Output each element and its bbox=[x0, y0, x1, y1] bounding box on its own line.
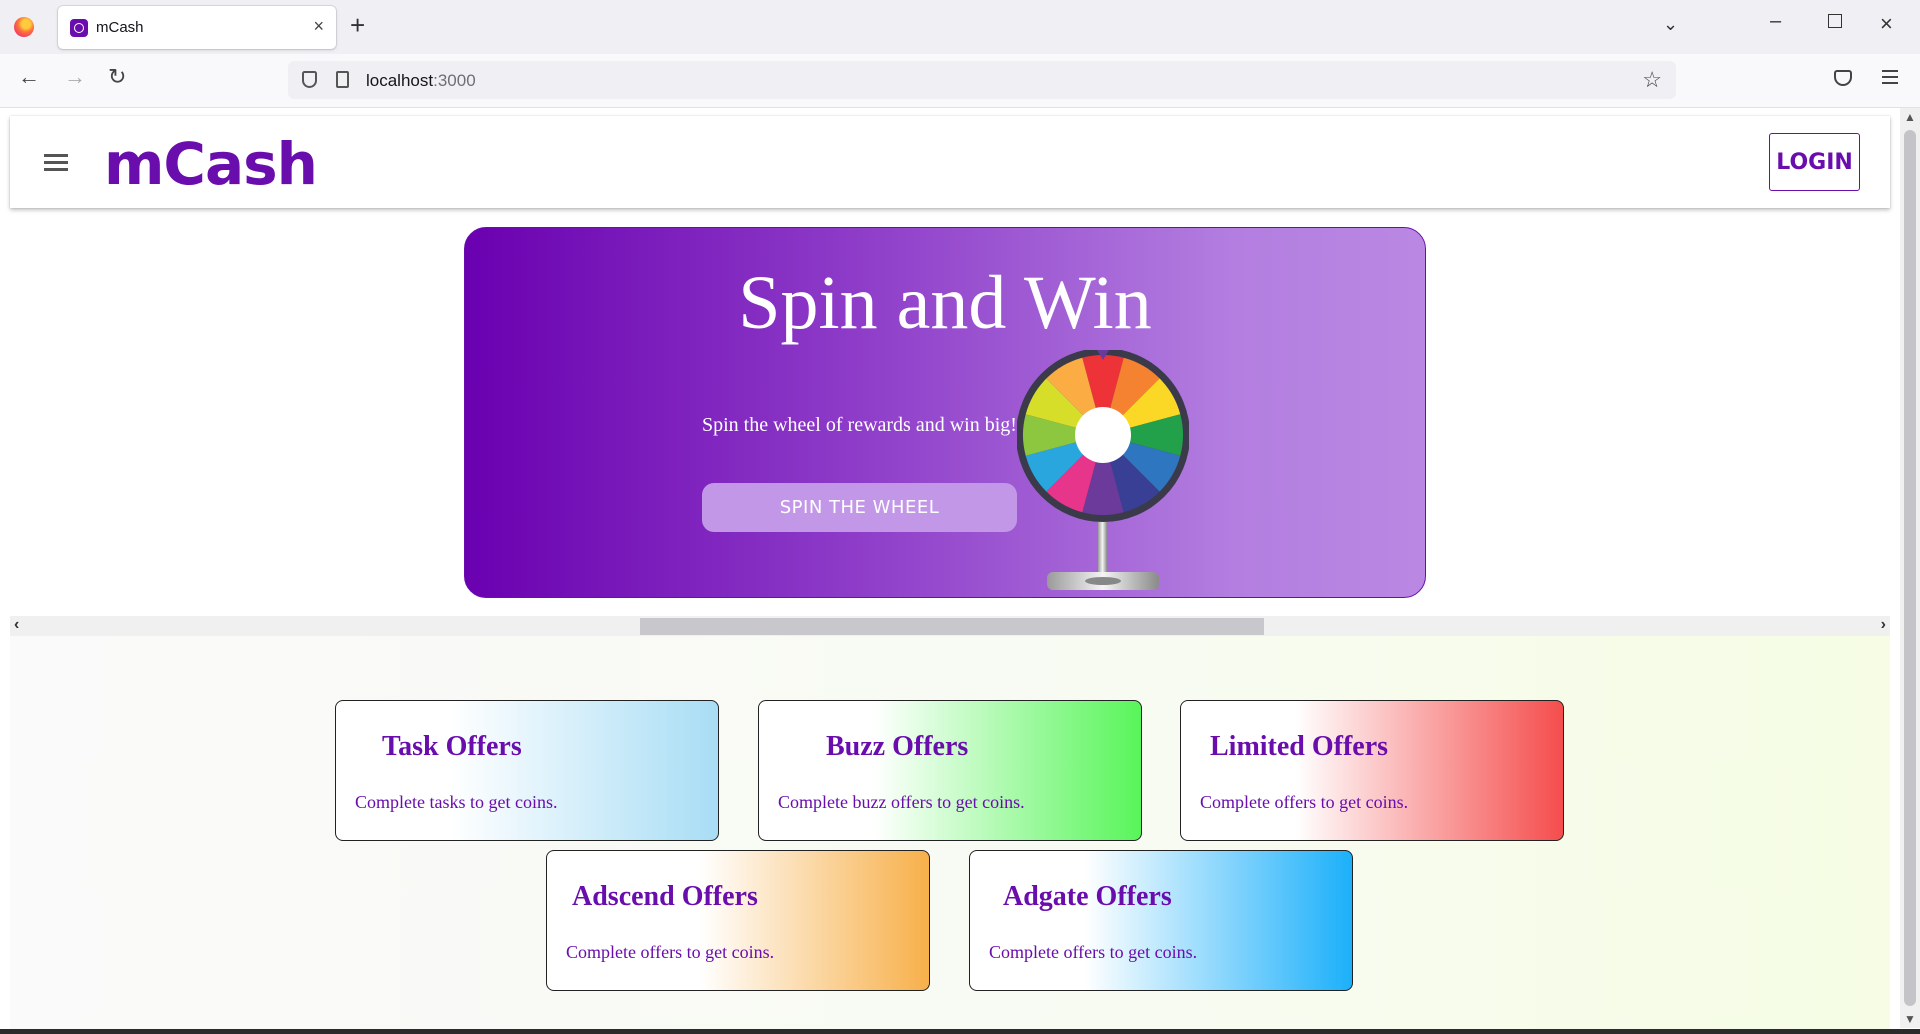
tab-list-chevron-icon[interactable]: ⌄ bbox=[1663, 14, 1678, 35]
scroll-down-arrow-icon[interactable]: ▼ bbox=[1904, 1012, 1916, 1026]
offer-description: Complete tasks to get coins. bbox=[355, 792, 558, 812]
scroll-right-arrow-icon[interactable]: › bbox=[1881, 616, 1886, 634]
offer-card-task[interactable]: Task Offers Complete tasks to get coins. bbox=[335, 700, 719, 841]
minimize-icon[interactable]: – bbox=[1770, 10, 1781, 33]
app-menu-icon[interactable] bbox=[1882, 70, 1898, 88]
vertical-scrollbar[interactable]: ▲ ▼ bbox=[1900, 108, 1920, 1028]
firefox-icon bbox=[14, 17, 34, 37]
new-tab-icon[interactable]: + bbox=[350, 12, 365, 38]
offer-card-adscend[interactable]: Adscend Offers Complete offers to get co… bbox=[546, 850, 930, 991]
bottom-edge bbox=[0, 1029, 1920, 1034]
spin-hero-banner: Spin and Win Spin the wheel of rewards a… bbox=[464, 227, 1426, 598]
spin-the-wheel-button[interactable]: SPIN THE WHEEL bbox=[702, 483, 1017, 532]
vertical-scroll-thumb[interactable] bbox=[1904, 130, 1916, 1006]
offer-description: Complete buzz offers to get coins. bbox=[778, 792, 1025, 812]
brand-logo: mCash bbox=[104, 130, 318, 198]
url-text[interactable]: localhost:3000 bbox=[366, 71, 476, 91]
tab-title: mCash bbox=[96, 19, 144, 36]
offer-title: Limited Offers bbox=[1210, 731, 1389, 762]
reload-icon[interactable]: ↻ bbox=[108, 66, 126, 88]
offer-card-adgate[interactable]: Adgate Offers Complete offers to get coi… bbox=[969, 850, 1353, 991]
offer-card-buzz[interactable]: Buzz Offers Complete buzz offers to get … bbox=[758, 700, 1142, 841]
window-close-icon[interactable]: × bbox=[1880, 11, 1893, 37]
prize-wheel-icon bbox=[1017, 350, 1189, 590]
scroll-up-arrow-icon[interactable]: ▲ bbox=[1904, 110, 1916, 124]
app-bar: mCash LOGIN bbox=[10, 116, 1890, 208]
offer-title: Buzz Offers bbox=[826, 731, 969, 762]
offer-description: Complete offers to get coins. bbox=[989, 942, 1198, 962]
page-viewport: mCash LOGIN Spin and Win Spin the wheel … bbox=[0, 108, 1920, 1034]
offer-description: Complete offers to get coins. bbox=[566, 942, 775, 962]
horizontal-scroll-thumb[interactable] bbox=[640, 618, 1264, 635]
hamburger-menu-icon[interactable] bbox=[44, 154, 68, 175]
browser-tab-bar: mCash × + ⌄ – × bbox=[0, 0, 1920, 54]
tracking-shield-icon[interactable] bbox=[302, 71, 317, 88]
offer-card-limited[interactable]: Limited Offers Complete offers to get co… bbox=[1180, 700, 1564, 841]
offer-description: Complete offers to get coins. bbox=[1200, 792, 1409, 812]
offer-title: Adscend Offers bbox=[572, 881, 758, 912]
horizontal-scrollbar[interactable]: ‹ › bbox=[10, 616, 1890, 636]
restore-icon[interactable] bbox=[1828, 14, 1842, 28]
scroll-left-arrow-icon[interactable]: ‹ bbox=[14, 616, 19, 634]
hero-title: Spin and Win bbox=[738, 261, 1152, 345]
login-button[interactable]: LOGIN bbox=[1769, 133, 1860, 191]
wheel-hub bbox=[1075, 407, 1131, 463]
url-bar[interactable]: localhost:3000 ☆ bbox=[288, 61, 1676, 99]
close-tab-icon[interactable]: × bbox=[313, 16, 324, 37]
browser-tab[interactable]: mCash × bbox=[58, 6, 336, 49]
hero-subtitle: Spin the wheel of rewards and win big! bbox=[702, 414, 1017, 436]
offer-title: Adgate Offers bbox=[1003, 881, 1172, 912]
page-info-icon[interactable] bbox=[336, 71, 349, 88]
back-arrow-icon[interactable]: ← bbox=[18, 66, 40, 88]
offer-title: Task Offers bbox=[382, 731, 522, 762]
offers-section: Task Offers Complete tasks to get coins.… bbox=[10, 636, 1890, 1034]
mcash-favicon-icon bbox=[70, 19, 88, 37]
forward-arrow-icon[interactable]: → bbox=[64, 66, 86, 88]
bookmark-star-icon[interactable]: ☆ bbox=[1642, 67, 1662, 93]
